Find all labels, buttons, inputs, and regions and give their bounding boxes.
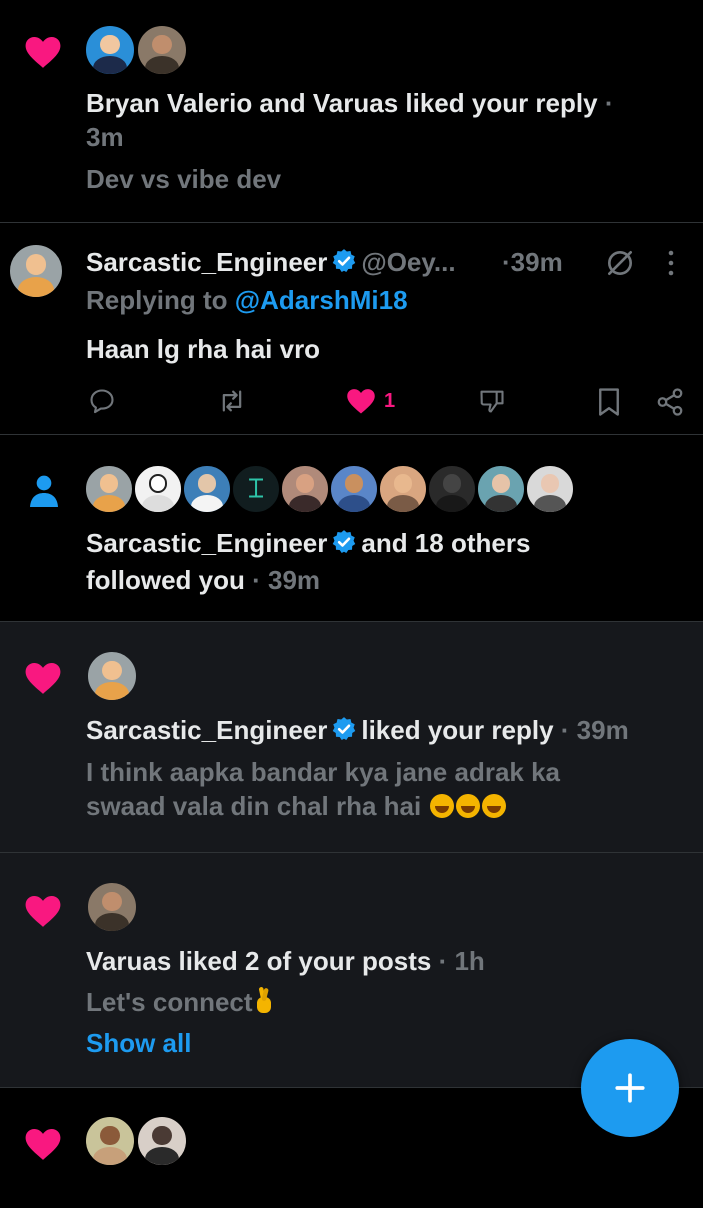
verified-badge-icon — [331, 716, 357, 750]
heart-filled-icon — [346, 387, 376, 415]
notification-text: Bryan Valerio and Varuas liked your repl… — [86, 86, 676, 154]
avatar[interactable] — [86, 881, 138, 933]
laughing-emoji-icon — [430, 794, 455, 818]
grok-icon[interactable] — [604, 247, 636, 284]
liker-names[interactable]: Bryan Valerio and Varuas — [86, 88, 398, 118]
plus-icon — [615, 1073, 645, 1103]
avatar[interactable] — [8, 243, 64, 299]
post-snippet: Let's connect — [86, 985, 275, 1019]
more-options-icon[interactable] — [666, 249, 676, 282]
heart-icon — [24, 893, 62, 929]
liker-names[interactable]: Varuas liked 2 of your posts — [86, 946, 431, 976]
avatar[interactable] — [133, 464, 183, 514]
dislike-icon[interactable] — [478, 387, 506, 415]
timestamp: 3m — [86, 122, 124, 152]
timestamp: · 39m — [252, 565, 321, 595]
replying-to: Replying to @AdarshMi18 — [86, 283, 408, 317]
avatar[interactable] — [427, 464, 477, 514]
avatar[interactable] — [84, 1115, 136, 1167]
reply-icon[interactable] — [88, 387, 116, 415]
like-count: 1 — [384, 389, 396, 412]
author-name[interactable]: Sarcastic_Engineer — [86, 715, 327, 745]
notification-text: Sarcastic_Engineer liked your reply · 39m — [86, 713, 629, 750]
post-snippet: I think aapka bandar kya jane adrak ka s… — [86, 755, 686, 823]
avatar[interactable] — [136, 1115, 188, 1167]
crossed-fingers-emoji-icon — [256, 987, 271, 1013]
notification-text: Varuas liked 2 of your posts · 1h — [86, 944, 485, 978]
share-icon[interactable] — [655, 387, 685, 417]
action-text: liked your reply — [361, 715, 554, 745]
replying-to-handle[interactable]: @AdarshMi18 — [235, 285, 408, 315]
snippet-line-2: swaad vala din chal rha hai — [86, 791, 422, 821]
action-text: followed you — [86, 565, 245, 595]
bookmark-icon[interactable] — [596, 387, 622, 417]
avatar[interactable] — [525, 464, 575, 514]
verified-badge-icon — [331, 248, 357, 282]
notification-follow[interactable]: ⌶ Sarcastic_Engineer and 18 others follow… — [0, 435, 703, 622]
laughing-emoji-icon — [456, 794, 481, 818]
author-name[interactable]: Sarcastic_Engineer — [86, 247, 327, 277]
action-text: liked your reply — [405, 88, 598, 118]
timestamp: · 1h — [438, 946, 485, 976]
notification-like-1[interactable]: Bryan Valerio and Varuas liked your repl… — [0, 0, 703, 223]
timestamp: ·39m — [502, 247, 563, 277]
compose-button[interactable] — [581, 1039, 679, 1137]
others-count: and 18 others — [361, 528, 531, 558]
avatar[interactable] — [136, 24, 188, 76]
avatar[interactable] — [86, 650, 138, 702]
repost-icon[interactable] — [216, 387, 248, 415]
heart-icon — [24, 34, 62, 70]
follow-text: Sarcastic_Engineer and 18 others followed… — [86, 526, 686, 597]
avatar[interactable] — [182, 464, 232, 514]
snippet-line-1: I think aapka bandar kya jane adrak ka — [86, 757, 561, 787]
author-handle[interactable]: @Oey... — [361, 247, 455, 277]
snippet-text: Let's connect — [86, 987, 253, 1017]
notification-like-2[interactable]: Sarcastic_Engineer liked your reply · 39m… — [0, 622, 703, 853]
reply-header: Sarcastic_Engineer @Oey... — [86, 245, 456, 282]
avatar[interactable] — [280, 464, 330, 514]
verified-badge-icon — [331, 529, 357, 563]
person-icon — [28, 473, 60, 514]
avatar[interactable] — [84, 24, 136, 76]
avatar[interactable] — [378, 464, 428, 514]
laughing-emoji-icon — [482, 794, 507, 818]
avatar[interactable]: ⌶ — [231, 464, 281, 514]
reply-text: Haan lg rha hai vro — [86, 334, 321, 364]
author-name[interactable]: Sarcastic_Engineer — [86, 528, 327, 558]
heart-icon — [24, 660, 62, 696]
notification-reply[interactable]: Sarcastic_Engineer @Oey... ·39m Replying … — [0, 223, 703, 435]
post-snippet: Dev vs vibe dev — [86, 164, 282, 194]
avatar[interactable] — [84, 464, 134, 514]
timestamp: · 39m — [560, 715, 629, 745]
avatar[interactable] — [476, 464, 526, 514]
heart-icon — [24, 1126, 62, 1162]
show-all-link[interactable]: Show all — [86, 1026, 191, 1060]
like-button[interactable]: 1 — [346, 387, 395, 415]
replying-to-label: Replying to — [86, 285, 228, 315]
time-separator: · — [604, 88, 614, 118]
avatar[interactable] — [329, 464, 379, 514]
